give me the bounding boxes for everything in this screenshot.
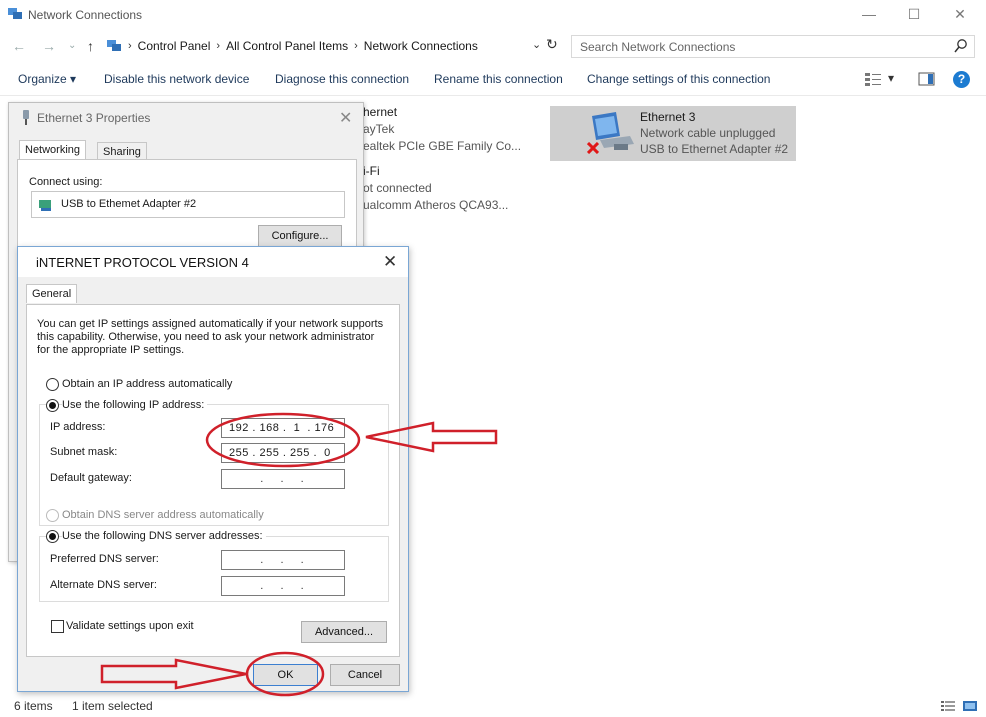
use-following-dns-label: Use the following DNS server addresses: (62, 530, 266, 542)
view-options-icon[interactable] (864, 71, 882, 87)
connection-device: USB to Ethernet Adapter #2 (640, 142, 789, 156)
connection-status: ayTek (363, 122, 395, 136)
alternate-dns-field[interactable]: . . . (221, 576, 345, 596)
connection-status: Network cable unplugged (640, 126, 776, 140)
connection-item-ethernet-3[interactable]: Ethernet 3 Network cable unplugged USB t… (550, 106, 796, 161)
breadcrumb-separator-icon: › (216, 39, 221, 52)
window-title: Network Connections (28, 8, 143, 22)
breadcrumb-control-panel[interactable]: Control Panel (138, 39, 211, 53)
network-connections-icon (8, 8, 22, 19)
ip-settings-info-text: You can get IP settings assigned automat… (37, 318, 384, 356)
rename-connection-button[interactable]: Rename this connection (434, 72, 563, 86)
obtain-dns-auto-label: Obtain DNS server address automatically (62, 509, 264, 521)
connection-device: ealtek PCIe GBE Family Co... (363, 139, 522, 153)
subnet-mask-label: Subnet mask: (50, 446, 118, 458)
help-icon[interactable]: ? (953, 71, 970, 88)
refresh-icon[interactable]: ↻ (546, 36, 558, 53)
change-settings-button[interactable]: Change settings of this connection (587, 72, 770, 86)
adapter-field: USB to Ethemet Adapter #2 (31, 191, 345, 218)
breadcrumb-separator-icon: › (354, 39, 358, 52)
default-gateway-label: Default gateway: (50, 472, 132, 484)
connection-item-wifi[interactable]: i-Fi ot connected ualcomm Atheros QCA93.… (363, 163, 508, 214)
breadcrumb-separator-icon: › (128, 39, 132, 52)
adapter-icon (39, 200, 51, 211)
subnet-mask-field[interactable]: 255 . 255 . 255 . 0 (221, 443, 345, 463)
ip-address-field[interactable]: 192 . 168 . 1 . 176 (221, 418, 345, 438)
details-view-icon[interactable] (940, 700, 956, 712)
connection-device: ualcomm Atheros QCA93... (363, 198, 509, 212)
status-bar: 6 items 1 item selected (0, 697, 986, 717)
maximize-button[interactable]: ☐ (899, 4, 929, 26)
selection-count: 1 item selected (72, 699, 153, 713)
preview-pane-icon[interactable] (918, 71, 936, 87)
forward-arrow-icon[interactable]: → (42, 38, 56, 54)
alternate-dns-label: Alternate DNS server: (50, 579, 157, 591)
disconnected-x-icon (587, 142, 599, 154)
diagnose-connection-button[interactable]: Diagnose this connection (275, 72, 409, 86)
validate-settings-checkbox[interactable] (51, 620, 64, 633)
adapter-name: USB to Ethemet Adapter #2 (61, 198, 197, 210)
close-button[interactable]: ✕ (945, 4, 975, 26)
search-input[interactable]: Search Network Connections (580, 40, 735, 54)
breadcrumb-network-connections[interactable]: Network Connections (364, 39, 478, 53)
obtain-ip-auto-radio[interactable] (46, 378, 59, 391)
obtain-dns-auto-radio[interactable] (46, 509, 59, 522)
configure-button[interactable]: Configure... (258, 225, 342, 247)
breadcrumb[interactable]: › Control Panel › All Control Panel Item… (106, 33, 564, 58)
tab-networking[interactable]: Networking (19, 140, 87, 159)
dialog-close-button[interactable]: ✕ (339, 108, 352, 128)
breadcrumb-all-items[interactable]: All Control Panel Items (226, 39, 348, 53)
ok-button[interactable]: OK (253, 664, 318, 686)
validate-settings-label: Validate settings upon exit (66, 620, 194, 632)
connection-status: ot connected (363, 181, 432, 195)
disable-device-button[interactable]: Disable this network device (104, 72, 249, 86)
default-gateway-field[interactable]: . . . (221, 469, 345, 489)
address-dropdown-icon[interactable]: ⌄ (532, 38, 541, 51)
search-box[interactable]: Search Network Connections (571, 35, 975, 58)
minimize-button[interactable]: — (854, 4, 884, 26)
up-arrow-icon[interactable]: ↑ (87, 38, 94, 54)
dialog-close-button[interactable]: ✕ (383, 252, 397, 272)
connection-name: i-Fi (363, 164, 380, 178)
cancel-button[interactable]: Cancel (330, 664, 400, 686)
recent-locations-chevron-icon[interactable]: ⌄ (68, 40, 76, 51)
obtain-ip-auto-label: Obtain an IP address automatically (62, 378, 233, 390)
ip-address-label: IP address: (50, 421, 106, 433)
connection-name: Ethernet 3 (640, 110, 696, 124)
advanced-button[interactable]: Advanced... (301, 621, 387, 643)
connection-item-ethernet[interactable]: hernet ayTek ealtek PCIe GBE Family Co..… (363, 104, 521, 155)
preferred-dns-label: Preferred DNS server: (50, 553, 159, 565)
connection-name: hernet (363, 105, 398, 119)
item-count: 6 items (14, 699, 53, 713)
ipv4-properties-dialog: iNTERNET PROTOCOL VERSION 4 ✕ General Yo… (17, 246, 409, 692)
adapter-plug-icon (23, 110, 29, 125)
organize-menu[interactable]: Organize ▾ (18, 72, 76, 86)
dialog-title: Ethernet 3 Properties (37, 111, 151, 125)
use-following-ip-label: Use the following IP address: (62, 399, 208, 411)
dialog-body: General You can get IP settings assigned… (18, 277, 408, 691)
search-icon[interactable] (954, 38, 968, 54)
title-bar: Network Connections — ☐ ✕ (0, 0, 986, 30)
use-following-ip-radio[interactable] (46, 399, 59, 412)
dialog-title: iNTERNET PROTOCOL VERSION 4 (36, 255, 249, 270)
view-dropdown-icon[interactable]: ▾ (888, 71, 894, 85)
control-panel-icon (107, 39, 121, 51)
large-icons-view-icon[interactable] (962, 700, 978, 712)
connect-using-label: Connect using: (29, 176, 103, 188)
use-following-dns-radio[interactable] (46, 530, 59, 543)
preferred-dns-field[interactable]: . . . (221, 550, 345, 570)
back-arrow-icon[interactable]: ← (12, 38, 26, 54)
tab-general[interactable]: General (26, 284, 78, 303)
command-bar: Organize ▾ Disable this network device D… (0, 62, 986, 96)
